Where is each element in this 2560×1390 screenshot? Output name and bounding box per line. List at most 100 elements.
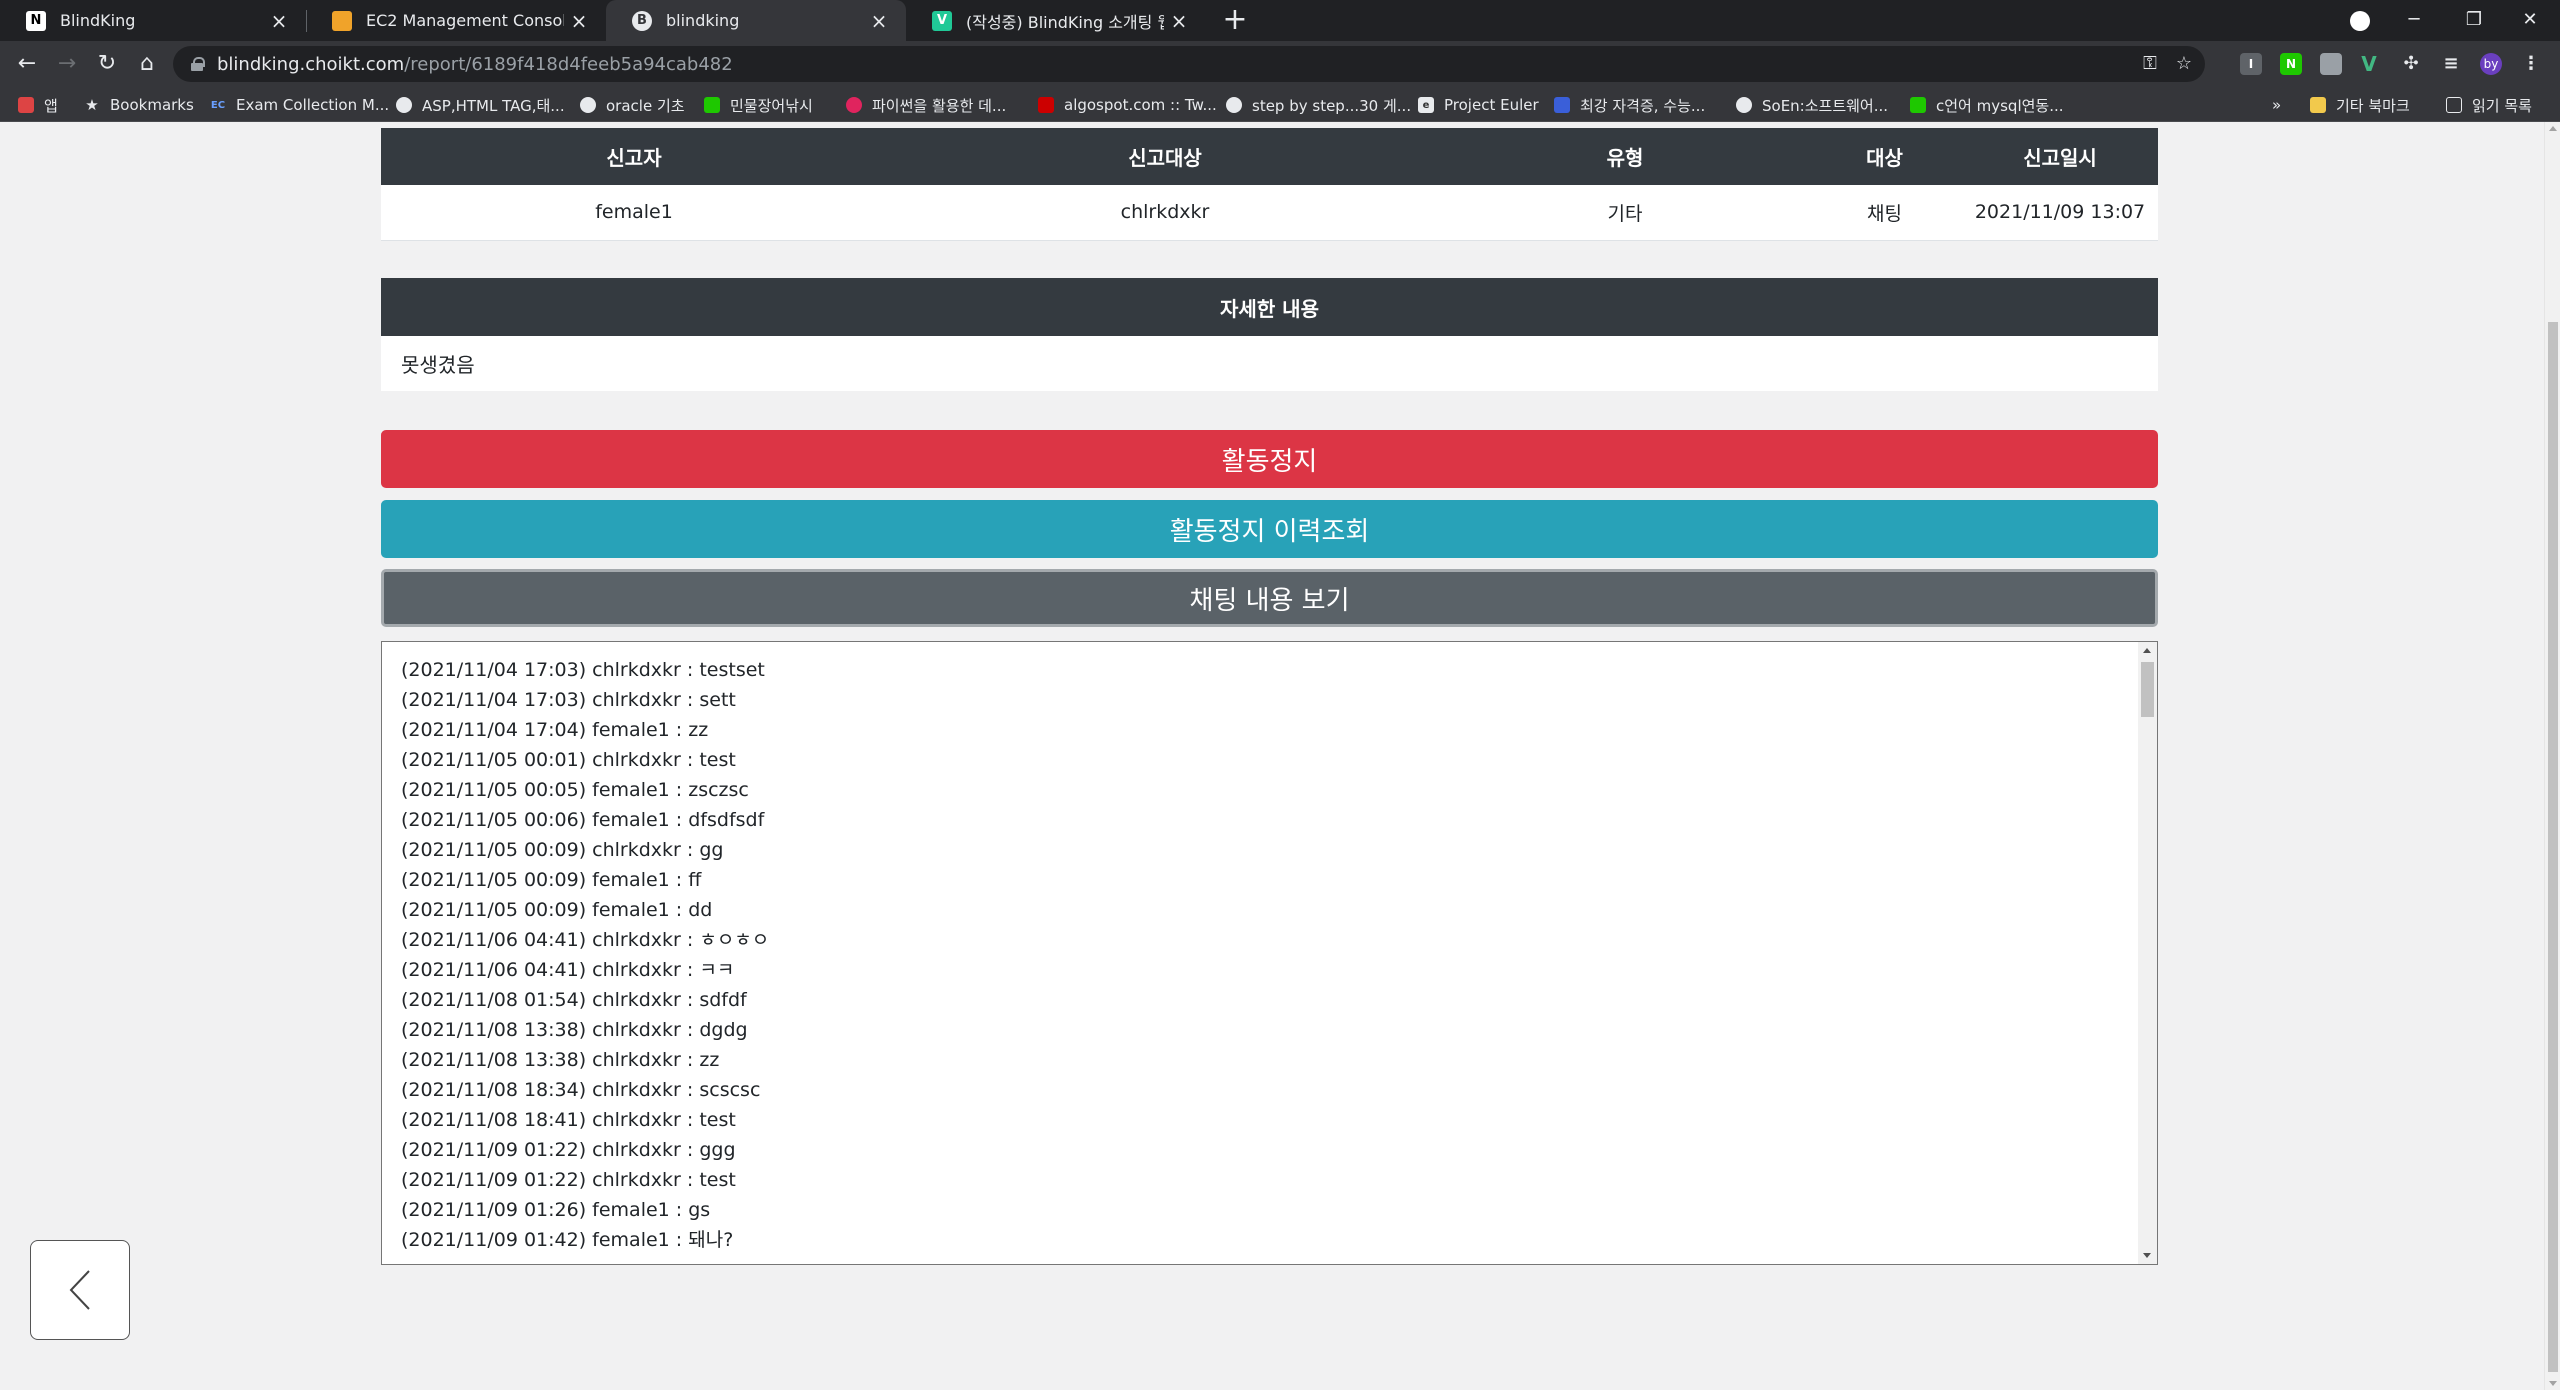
menu-kebab-icon[interactable]: ⋮ bbox=[2520, 53, 2542, 75]
chat-message: (2021/11/06 04:41) chlrkdxkr : ㅎㅇㅎㅇ bbox=[401, 929, 770, 951]
close-window-icon[interactable]: ✕ bbox=[2500, 0, 2560, 41]
bookmark-bookmarks[interactable]: ★ Bookmarks bbox=[84, 88, 194, 122]
tab-blindking[interactable]: N BlindKing × bbox=[0, 0, 306, 41]
reload-icon[interactable]: ↻ bbox=[90, 41, 124, 88]
back-arrow-icon[interactable]: ← bbox=[10, 41, 44, 88]
bookmark-exam-collection[interactable]: EC Exam Collection M... bbox=[210, 88, 389, 122]
forward-arrow-icon[interactable]: → bbox=[50, 41, 84, 88]
chat-message: (2021/11/09 01:42) female1 : 돼나? bbox=[401, 1229, 734, 1251]
close-tab-icon[interactable]: × bbox=[864, 9, 894, 33]
bookmark-label: ASP,HTML TAG,태... bbox=[422, 96, 565, 115]
cell-type: 기타 bbox=[1443, 185, 1807, 241]
bookmark-label: 기타 북마크 bbox=[2336, 96, 2410, 115]
bookmark-asp-html[interactable]: ASP,HTML TAG,태... bbox=[396, 88, 565, 122]
bookmark-python-data[interactable]: 파이썬을 활용한 데... bbox=[846, 88, 1006, 122]
globe-icon bbox=[580, 97, 596, 113]
suspension-history-button[interactable]: 활동정지 이력조회 bbox=[381, 500, 2158, 558]
tab-title: EC2 Management Console bbox=[366, 11, 564, 30]
reading-list[interactable]: 읽기 목록 bbox=[2446, 88, 2532, 122]
bookmark-certificate[interactable]: 최강 자격증, 수능... bbox=[1554, 88, 1705, 122]
bookmark-label: oracle 기초 bbox=[606, 96, 685, 115]
bookmark-apps[interactable]: 앱 bbox=[18, 88, 58, 122]
bookmark-label: 최강 자격증, 수능... bbox=[1580, 96, 1706, 115]
bookmark-star-icon[interactable]: ☆ bbox=[2173, 53, 2195, 75]
chat-message: (2021/11/09 01:22) chlrkdxkr : test bbox=[401, 1169, 736, 1191]
algospot-icon bbox=[1038, 97, 1054, 113]
bookmark-label: c언어 mysql연동... bbox=[1936, 96, 2064, 115]
view-chat-button[interactable]: 채팅 내용 보기 bbox=[381, 569, 2158, 627]
url-host: blindking.choikt.com bbox=[217, 53, 405, 75]
puzzle-extensions-icon[interactable]: ✣ bbox=[2400, 53, 2422, 75]
chat-message: (2021/11/09 01:22) chlrkdxkr : ggg bbox=[401, 1139, 736, 1161]
home-icon[interactable]: ⌂ bbox=[130, 41, 164, 88]
chat-message: (2021/11/06 04:41) chlrkdxkr : ㅋㅋ bbox=[401, 959, 735, 981]
chevron-left-icon bbox=[69, 1270, 90, 1310]
vue-devtools-icon[interactable]: V bbox=[2358, 53, 2380, 75]
page-scrollbar[interactable] bbox=[2544, 122, 2560, 1390]
page-content: 신고자 신고대상 유형 대상 신고일시 female1 chlrkdxkr 기타… bbox=[0, 122, 2544, 1390]
chat-message: (2021/11/04 17:04) female1 : zz bbox=[401, 719, 709, 741]
tab-strip: N BlindKing × EC2 Management Console × B… bbox=[0, 0, 2560, 41]
chat-scrollbar[interactable] bbox=[2138, 642, 2157, 1264]
tab-velog-draft[interactable]: V (작성중) BlindKing 소개팅 웹 소 × bbox=[906, 0, 1206, 41]
key-icon[interactable]: ⚿ bbox=[2139, 53, 2161, 75]
close-tab-icon[interactable]: × bbox=[1164, 9, 1194, 33]
extension-icon[interactable] bbox=[2320, 53, 2342, 75]
other-bookmarks-folder[interactable]: 기타 북마크 bbox=[2310, 88, 2410, 122]
suspend-button[interactable]: 활동정지 bbox=[381, 430, 2158, 488]
chat-message: (2021/11/05 00:09) female1 : dd bbox=[401, 899, 713, 921]
scroll-down-icon[interactable] bbox=[2549, 1381, 2557, 1386]
bookmark-algospot[interactable]: algospot.com :: Tw... bbox=[1038, 88, 1217, 122]
media-queue-icon[interactable]: ≡ bbox=[2440, 53, 2462, 75]
new-tab-button[interactable]: + bbox=[1218, 0, 1252, 41]
minimize-icon[interactable]: ─ bbox=[2384, 0, 2444, 41]
scroll-up-icon[interactable] bbox=[2143, 648, 2151, 653]
lock-icon[interactable] bbox=[191, 57, 205, 71]
profile-avatar[interactable]: by bbox=[2480, 53, 2502, 75]
bookmark-step-by-step[interactable]: step by step...30 게... bbox=[1226, 88, 1411, 122]
bookmark-label: 민물장어낚시 bbox=[730, 96, 813, 115]
bookmark-oracle[interactable]: oracle 기초 bbox=[580, 88, 685, 122]
bookmark-soen[interactable]: SoEn:소프트웨어... bbox=[1736, 88, 1888, 122]
chat-message: (2021/11/08 13:38) chlrkdxkr : zz bbox=[401, 1049, 720, 1071]
restore-icon[interactable]: ❐ bbox=[2444, 0, 2504, 41]
report-header-row: 신고자 신고대상 유형 대상 신고일시 bbox=[381, 128, 2158, 185]
tab-blindking-active[interactable]: B blindking × bbox=[606, 0, 906, 41]
header-reporter: 신고자 bbox=[381, 128, 887, 185]
back-button[interactable] bbox=[30, 1240, 130, 1340]
tab-ec2-console[interactable]: EC2 Management Console × bbox=[306, 0, 606, 41]
globe-icon bbox=[396, 97, 412, 113]
naver-extension-icon[interactable]: N bbox=[2280, 53, 2302, 75]
tab-title: BlindKing bbox=[60, 11, 136, 30]
tab-title: blindking bbox=[666, 11, 740, 30]
bookmark-label: SoEn:소프트웨어... bbox=[1762, 96, 1889, 115]
bookmark-fishing[interactable]: 민물장어낚시 bbox=[704, 88, 813, 122]
report-table: 신고자 신고대상 유형 대상 신고일시 female1 chlrkdxkr 기타… bbox=[381, 128, 2158, 241]
bookmark-label: 읽기 목록 bbox=[2472, 96, 2532, 115]
scroll-thumb[interactable] bbox=[2141, 662, 2154, 717]
cell-target: chlrkdxkr bbox=[887, 185, 1443, 241]
toolbar: ← → ↻ ⌂ blindking.choikt.com/report/6189… bbox=[0, 41, 2560, 88]
aws-box-icon bbox=[332, 10, 352, 31]
bookmarks-overflow-button[interactable]: » bbox=[2272, 88, 2281, 122]
table-row: female1 chlrkdxkr 기타 채팅 2021/11/09 13:07 bbox=[381, 185, 2158, 241]
chat-log-textarea[interactable]: (2021/11/04 17:03) chlrkdxkr : testset (2… bbox=[381, 641, 2158, 1265]
scroll-down-icon[interactable] bbox=[2143, 1253, 2151, 1258]
bookmark-c-mysql[interactable]: c언어 mysql연동... bbox=[1910, 88, 2064, 122]
extension-icon[interactable]: I bbox=[2240, 53, 2262, 75]
chat-message: (2021/11/05 00:05) female1 : zsczsc bbox=[401, 779, 749, 801]
tab-search-icon[interactable] bbox=[2350, 11, 2370, 31]
page-scroll-thumb[interactable] bbox=[2548, 322, 2558, 1372]
header-date: 신고일시 bbox=[1962, 128, 2158, 185]
euler-icon: e bbox=[1418, 97, 1434, 113]
chat-message: (2021/11/05 00:09) chlrkdxkr : gg bbox=[401, 839, 724, 861]
header-type: 유형 bbox=[1443, 128, 1807, 185]
bookmark-label: 파이썬을 활용한 데... bbox=[872, 96, 1007, 115]
scroll-up-icon[interactable] bbox=[2549, 126, 2557, 131]
close-tab-icon[interactable]: × bbox=[564, 9, 594, 33]
address-bar[interactable]: blindking.choikt.com/report/6189f418d4fe… bbox=[173, 46, 2205, 82]
chat-log-lines: (2021/11/04 17:03) chlrkdxkr : testset (2… bbox=[401, 656, 769, 1256]
bookmark-project-euler[interactable]: e Project Euler bbox=[1418, 88, 1539, 122]
url-path: /report/6189f418d4feeb5a94cab482 bbox=[404, 53, 733, 75]
close-tab-icon[interactable]: × bbox=[264, 9, 294, 33]
